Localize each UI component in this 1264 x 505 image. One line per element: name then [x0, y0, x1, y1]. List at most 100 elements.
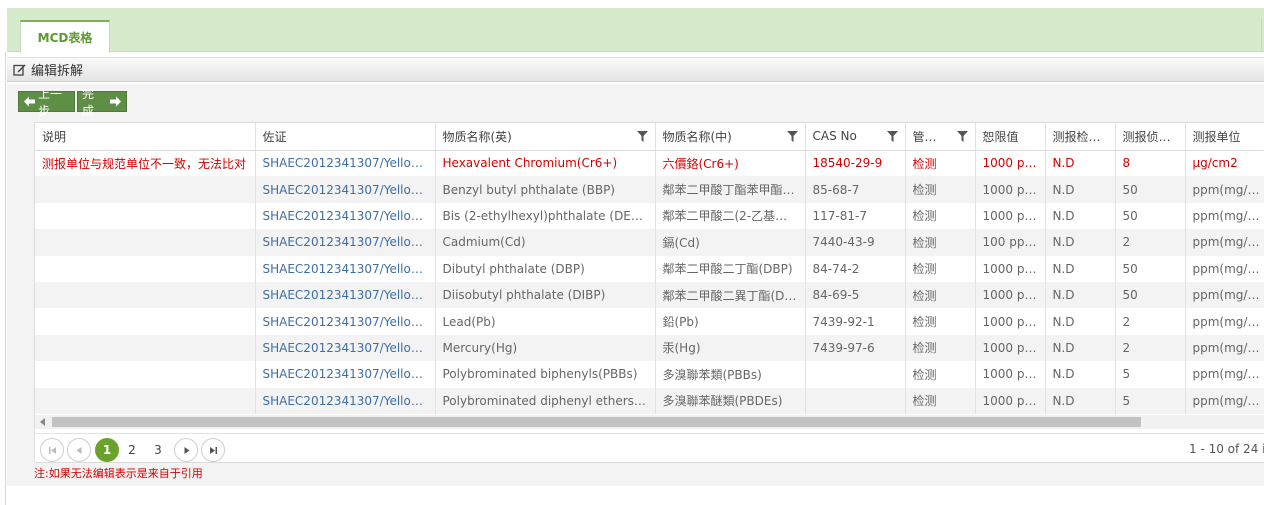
filter-icon[interactable]	[886, 131, 898, 142]
substance-en-cell: Benzyl butyl phthalate (BBP)	[435, 176, 656, 203]
cas-cell: 7440-43-9	[805, 229, 906, 256]
column-header[interactable]: 物质名称(英)	[435, 123, 656, 151]
substance-cn-cell: 鎘(Cd)	[655, 229, 806, 256]
remark-cell	[35, 308, 256, 335]
last-page-button[interactable]	[201, 438, 225, 462]
prev-page-button[interactable]	[67, 438, 91, 462]
column-header[interactable]: 测报单位	[1185, 123, 1264, 151]
column-header[interactable]: 管…	[905, 123, 976, 151]
unit-cell: ppm(mg/kg)	[1185, 255, 1264, 282]
remark-cell	[35, 334, 256, 362]
substance-en-cell: Diisobutyl phthalate (DIBP)	[435, 281, 656, 309]
evidence-cell[interactable]: SHAEC2012341307/Yellow …	[255, 361, 436, 388]
evidence-cell[interactable]: SHAEC2012341307/Yellow …	[255, 150, 436, 177]
remark-cell	[35, 255, 256, 282]
substance-en-cell: Mercury(Hg)	[435, 334, 656, 362]
limit-cell: 1000 pp…	[975, 176, 1046, 203]
remark-cell	[35, 387, 256, 414]
horizontal-scrollbar[interactable]	[35, 415, 1264, 429]
column-header[interactable]: 物质名称(中)	[655, 123, 806, 151]
table-row[interactable]: SHAEC2012341307/Yellow … Lead(Pb) 鉛(Pb) 743…	[35, 308, 1264, 335]
remark-cell	[35, 361, 256, 388]
remark-cell	[35, 176, 256, 203]
scrollbar-thumb[interactable]	[52, 417, 1141, 427]
table-row[interactable]: SHAEC2012341307/Yellow … Polybrominated b…	[35, 361, 1264, 388]
detect-limit-cell: 2	[1115, 229, 1186, 256]
unit-cell: ppm(mg/kg)	[1185, 361, 1264, 388]
detect-limit-cell: 2	[1115, 334, 1186, 362]
substance-en-cell: Polybrominated biphenyls(PBBs)	[435, 361, 656, 388]
column-header[interactable]: CAS No	[805, 123, 906, 151]
table-row[interactable]: SHAEC2012341307/Yellow … Diisobutyl phtha…	[35, 281, 1264, 309]
scroll-left-icon[interactable]	[40, 418, 46, 426]
first-page-button[interactable]	[40, 438, 64, 462]
table-row[interactable]: SHAEC2012341307/Yellow … Cadmium(Cd) 鎘(Cd)…	[35, 229, 1264, 256]
cas-cell: 117-81-7	[805, 202, 906, 230]
table-row[interactable]: SHAEC2012341307/Yellow … Benzyl butyl pht…	[35, 176, 1264, 203]
tab-mcd-table[interactable]: MCD表格	[20, 20, 110, 53]
unit-cell: ppm(mg/kg)	[1185, 308, 1264, 335]
evidence-cell[interactable]: SHAEC2012341307/Yellow …	[255, 229, 436, 256]
control-cell: 检测	[905, 150, 976, 177]
substance-cn-cell: 鄰苯二甲酸二異丁酯(D…	[655, 281, 806, 309]
detect-limit-cell: 50	[1115, 176, 1186, 203]
content-left-border	[5, 52, 6, 505]
substance-cn-cell: 鄰苯二甲酸二丁酯(DBP)	[655, 255, 806, 282]
tab-strip-divider	[1261, 18, 1262, 50]
control-cell: 检测	[905, 229, 976, 256]
prev-step-button[interactable]: 上一步	[18, 87, 75, 118]
test-result-cell: N.D	[1045, 334, 1116, 362]
mcd-table: 说明 佐证 物质名称(英) 物质名称(中) CAS No 管… 恕限值 测报检……	[35, 123, 1264, 414]
column-header[interactable]: 佐证	[255, 123, 436, 151]
cas-cell	[805, 361, 906, 388]
page-number-1[interactable]: 1	[95, 438, 119, 462]
filter-icon[interactable]	[956, 131, 968, 142]
test-result-cell: N.D	[1045, 361, 1116, 388]
finish-button[interactable]: 完成	[77, 87, 127, 118]
table-row[interactable]: SHAEC2012341307/Yellow … Polybrominated d…	[35, 387, 1264, 414]
limit-cell: 1000 pp…	[975, 281, 1046, 309]
page-number-3[interactable]: 3	[146, 438, 170, 462]
evidence-cell[interactable]: SHAEC2012341307/Yellow …	[255, 387, 436, 414]
table-row[interactable]: 测报单位与规范单位不一致，无法比对 SHAEC2012341307/Yellow …	[35, 150, 1264, 177]
cas-cell: 84-74-2	[805, 255, 906, 282]
remark-cell: 测报单位与规范单位不一致，无法比对	[35, 150, 256, 177]
substance-en-cell: Lead(Pb)	[435, 308, 656, 335]
test-result-cell: N.D	[1045, 255, 1116, 282]
filter-icon[interactable]	[636, 131, 648, 142]
unit-cell: ppm(mg/kg)	[1185, 202, 1264, 230]
evidence-cell[interactable]: SHAEC2012341307/Yellow …	[255, 202, 436, 230]
evidence-cell[interactable]: SHAEC2012341307/Yellow …	[255, 176, 436, 203]
page-number-2[interactable]: 2	[120, 438, 144, 462]
column-header[interactable]: 恕限值	[975, 123, 1046, 151]
table-row[interactable]: SHAEC2012341307/Yellow … Bis (2-ethylhexy…	[35, 202, 1264, 230]
substance-cn-cell: 多溴聯苯醚類(PBDEs)	[655, 387, 806, 414]
control-cell: 检测	[905, 334, 976, 362]
column-header[interactable]: 测报检…	[1045, 123, 1116, 151]
unit-cell: ppm(mg/kg)	[1185, 334, 1264, 362]
filter-icon[interactable]	[786, 131, 798, 142]
prev-step-label: 上一步	[38, 86, 63, 118]
control-cell: 检测	[905, 202, 976, 230]
cas-cell	[805, 387, 906, 414]
evidence-cell[interactable]: SHAEC2012341307/Yellow …	[255, 334, 436, 362]
column-header[interactable]: 说明	[35, 123, 256, 151]
column-header[interactable]: 测报侦…	[1115, 123, 1186, 151]
evidence-cell[interactable]: SHAEC2012341307/Yellow …	[255, 281, 436, 309]
evidence-cell[interactable]: SHAEC2012341307/Yellow …	[255, 308, 436, 335]
evidence-cell[interactable]: SHAEC2012341307/Yellow …	[255, 255, 436, 282]
substance-cn-cell: 鉛(Pb)	[655, 308, 806, 335]
limit-cell: 1000 pp…	[975, 361, 1046, 388]
pager-info: 1 - 10 of 24 ite	[1189, 442, 1264, 456]
panel-titlebar: 编辑拆解	[7, 57, 1264, 82]
substance-cn-cell: 汞(Hg)	[655, 334, 806, 362]
cas-cell: 7439-97-6	[805, 334, 906, 362]
next-page-icon	[184, 446, 189, 454]
table-row[interactable]: SHAEC2012341307/Yellow … Mercury(Hg) 汞(Hg)…	[35, 334, 1264, 362]
cas-cell: 84-69-5	[805, 281, 906, 309]
substance-en-cell: Cadmium(Cd)	[435, 229, 656, 256]
control-cell: 检测	[905, 281, 976, 309]
finish-label: 完成	[82, 86, 95, 118]
table-row[interactable]: SHAEC2012341307/Yellow … Dibutyl phthalat…	[35, 255, 1264, 282]
next-page-button[interactable]	[174, 438, 198, 462]
